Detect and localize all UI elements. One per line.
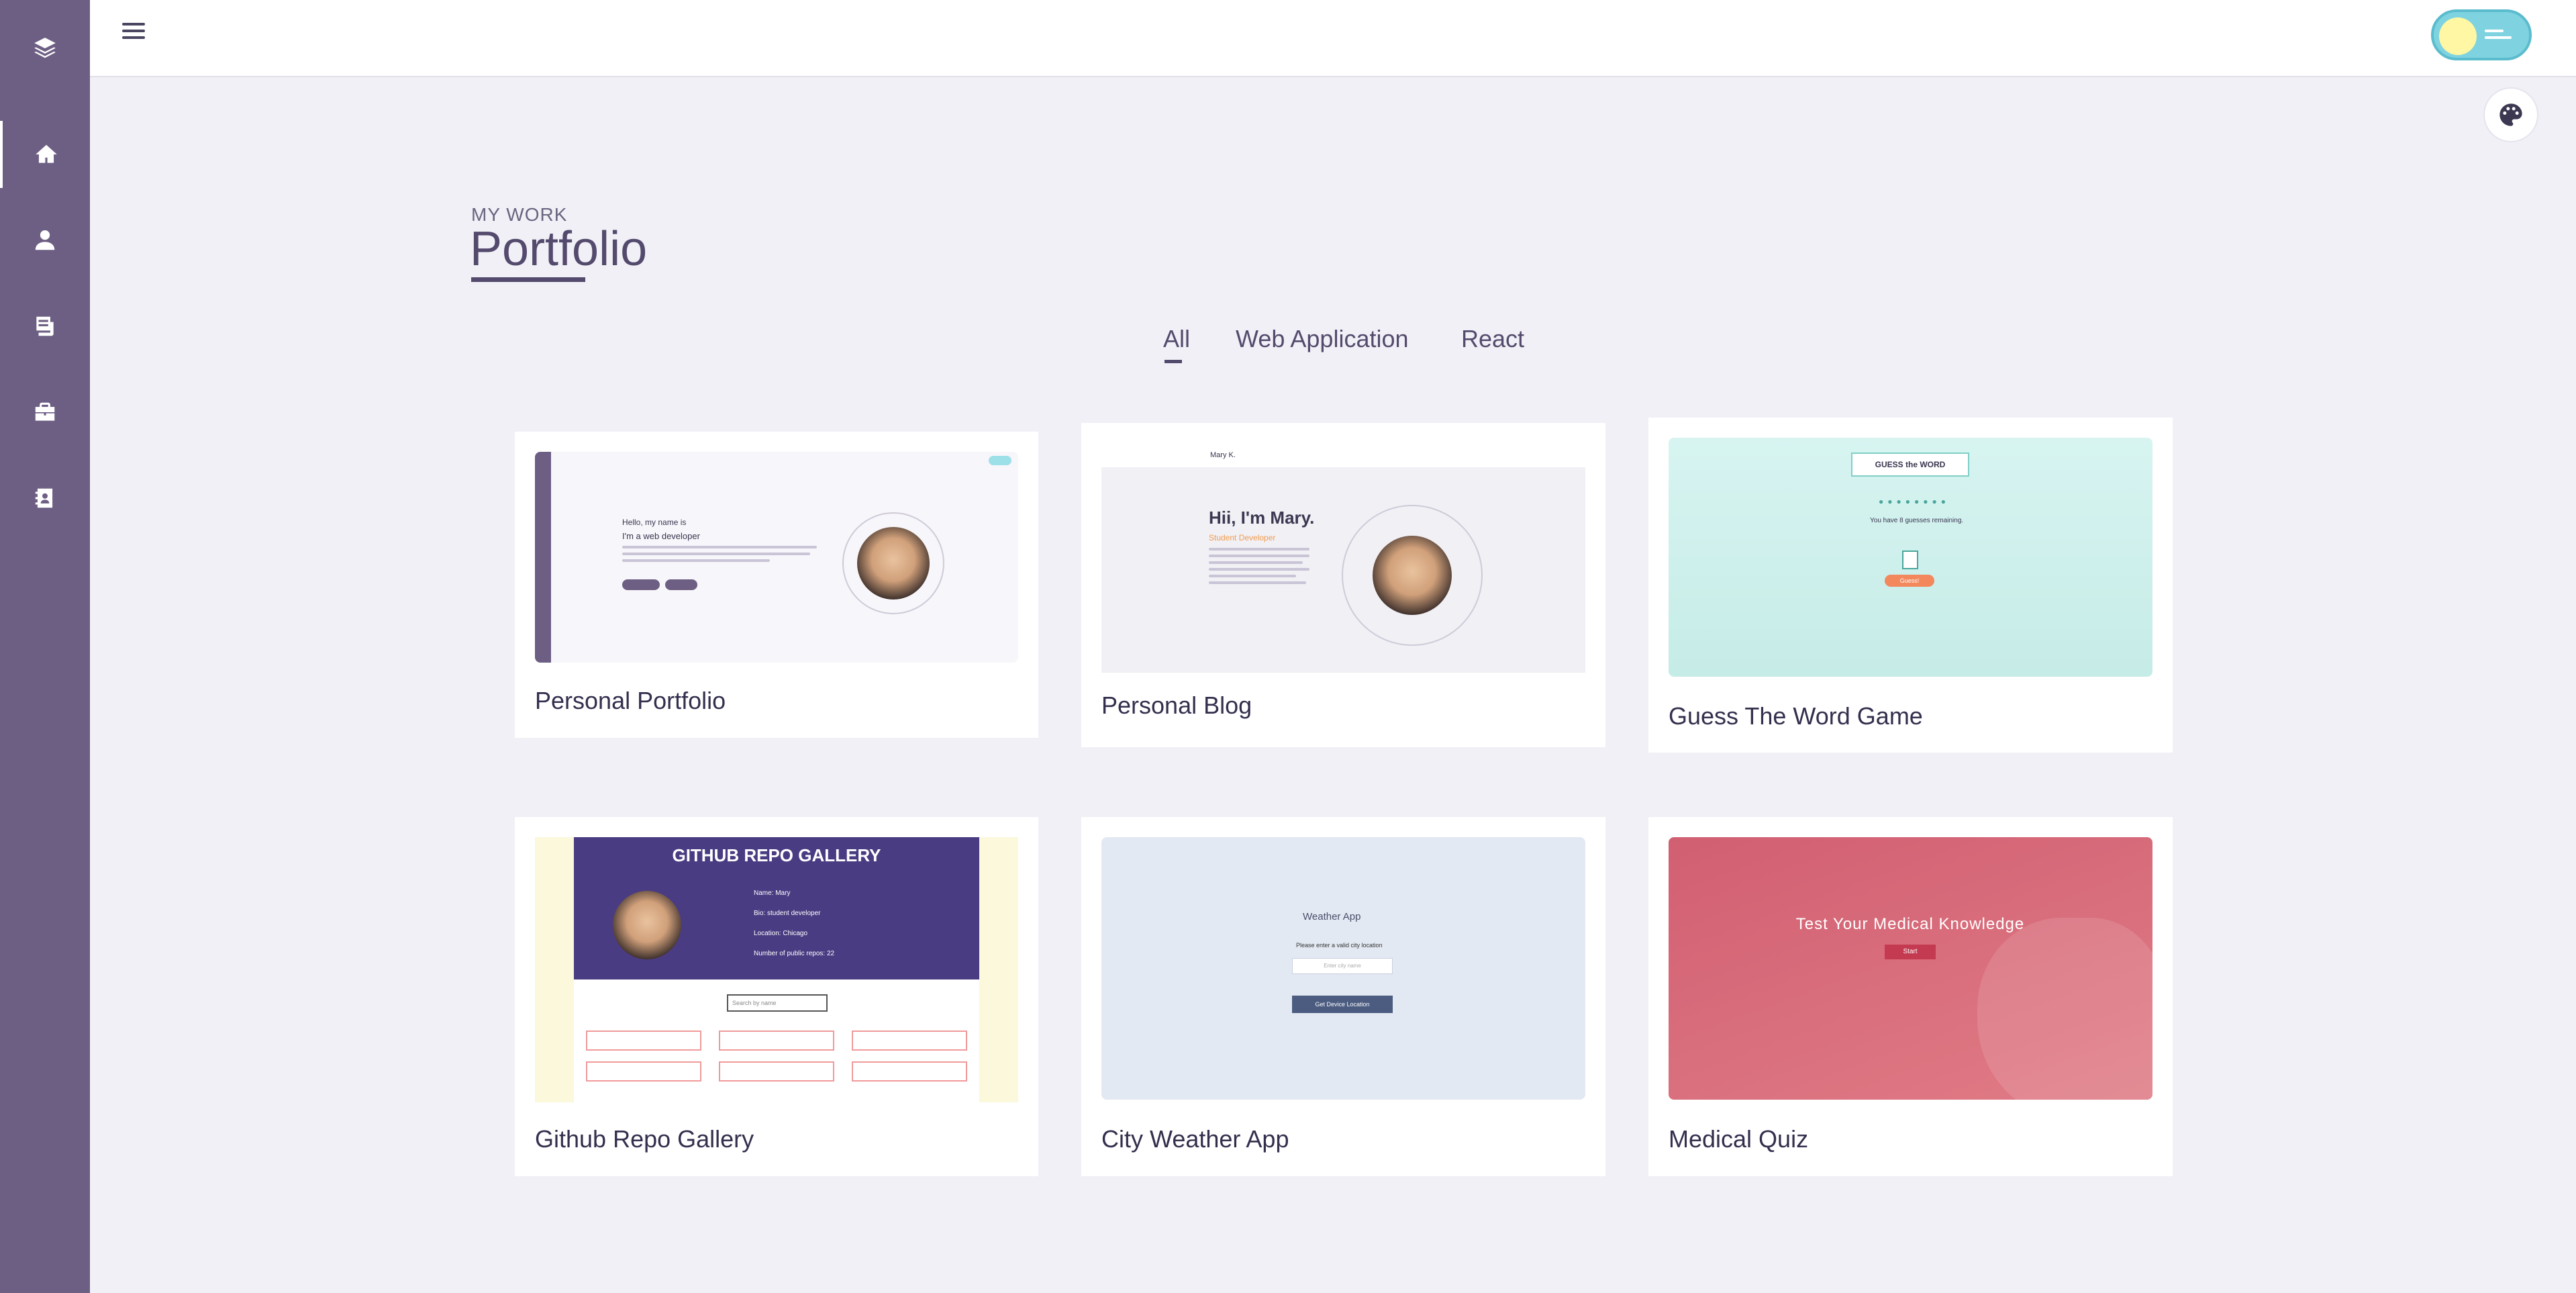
preview-location: Location: Chicago — [754, 930, 808, 937]
top-bar — [90, 0, 2576, 77]
page-title: Portfolio — [470, 222, 648, 276]
title-underline — [471, 277, 585, 282]
home-icon[interactable] — [0, 121, 90, 188]
preview-city-input: Enter city name — [1292, 958, 1393, 974]
preview-repos: Number of public repos: 22 — [754, 950, 835, 957]
theme-toggle[interactable] — [2431, 9, 2532, 60]
palette-button[interactable] — [2483, 87, 2538, 142]
user-icon[interactable] — [0, 207, 90, 274]
preview-greeting: Hello, my name is — [622, 518, 687, 527]
project-thumbnail: Weather App Please enter a valid city lo… — [1101, 837, 1585, 1100]
hamburger-menu-icon[interactable] — [117, 19, 150, 46]
preview-brand: Mary K. — [1210, 451, 1236, 459]
preview-guess-button: Guess! — [1885, 575, 1934, 587]
preview-prompt: Please enter a valid city location — [1296, 942, 1383, 949]
preview-title: Test Your Medical Knowledge — [1795, 915, 2025, 933]
preview-location-button: Get Device Location — [1292, 996, 1393, 1013]
project-thumbnail: Mary K. Hii, I'm Mary. Student Developer — [1101, 443, 1585, 673]
cloud-lines-icon — [2485, 30, 2512, 43]
filter-react[interactable]: React — [1461, 325, 1524, 353]
sidebar — [0, 0, 90, 1293]
preview-title: Weather App — [1303, 911, 1361, 922]
project-title: Medical Quiz — [1669, 1125, 1809, 1153]
news-icon[interactable] — [0, 293, 90, 360]
preview-logo: GUESS the WORD — [1851, 452, 1969, 477]
layers-icon[interactable] — [0, 15, 90, 82]
preview-name: Name: Mary — [754, 890, 791, 897]
preview-start-button: Start — [1885, 945, 1936, 959]
preview-role: Student Developer — [1209, 533, 1276, 542]
project-thumbnail: GITHUB REPO GALLERY Name: Mary Bio: stud… — [535, 837, 1018, 1102]
palette-icon — [2499, 103, 2522, 126]
contact-card-icon[interactable] — [0, 465, 90, 532]
project-card-medical-quiz[interactable]: Test Your Medical Knowledge Start Medica… — [1648, 817, 2173, 1176]
preview-heading: GITHUB REPO GALLERY — [672, 845, 881, 865]
sun-icon — [2439, 17, 2477, 55]
briefcase-icon[interactable] — [0, 379, 90, 446]
preview-search: Search by name — [727, 994, 828, 1012]
preview-remaining: You have 8 guesses remaining. — [1870, 517, 1964, 524]
project-thumbnail: Test Your Medical Knowledge Start — [1669, 837, 2152, 1100]
project-thumbnail: GUESS the WORD ●●●●●●●● You have 8 guess… — [1669, 438, 2152, 677]
preview-role: I'm a web developer — [622, 531, 700, 541]
project-card-personal-portfolio[interactable]: Hello, my name is I'm a web developer Pe… — [515, 432, 1038, 738]
project-card-city-weather-app[interactable]: Weather App Please enter a valid city lo… — [1081, 817, 1605, 1176]
project-card-personal-blog[interactable]: Mary K. Hii, I'm Mary. Student Developer… — [1081, 423, 1605, 747]
preview-bio: Bio: student developer — [754, 910, 821, 917]
preview-heading: Hii, I'm Mary. — [1209, 508, 1315, 528]
filter-all[interactable]: All — [1163, 325, 1190, 363]
project-card-github-repo-gallery[interactable]: GITHUB REPO GALLERY Name: Mary Bio: stud… — [515, 817, 1038, 1176]
project-title: Personal Blog — [1101, 691, 1252, 719]
filter-web-application[interactable]: Web Application — [1236, 325, 1409, 353]
project-title: City Weather App — [1101, 1125, 1289, 1153]
project-title: Github Repo Gallery — [535, 1125, 754, 1153]
project-thumbnail: Hello, my name is I'm a web developer — [535, 452, 1018, 663]
project-title: Personal Portfolio — [535, 687, 726, 714]
project-title: Guess The Word Game — [1669, 702, 1923, 730]
project-card-guess-the-word-game[interactable]: GUESS the WORD ●●●●●●●● You have 8 guess… — [1648, 418, 2173, 753]
